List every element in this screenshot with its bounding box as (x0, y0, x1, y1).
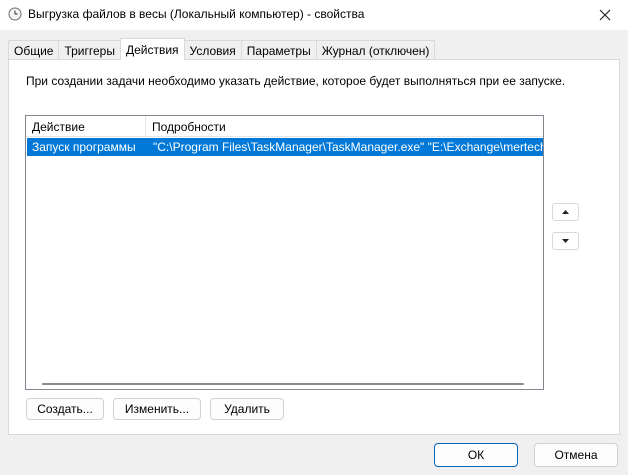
close-button[interactable] (582, 0, 628, 30)
table-row[interactable]: Запуск программы "C:\Program Files\TaskM… (27, 138, 543, 156)
tab-conditions[interactable]: Условия (183, 40, 242, 60)
tab-label: Журнал (отключен) (321, 43, 430, 58)
horizontal-scrollbar[interactable] (26, 379, 543, 389)
ok-button[interactable]: ОК (434, 443, 518, 467)
column-header-action[interactable]: Действие (26, 116, 146, 137)
tab-label: Параметры (246, 43, 311, 58)
tab-triggers[interactable]: Триггеры (58, 40, 121, 60)
create-button[interactable]: Создать... (26, 398, 104, 420)
close-icon (599, 9, 611, 21)
actions-tab-panel: При создании задачи необходимо указать д… (8, 59, 620, 435)
tab-label: Условия (189, 43, 236, 58)
cancel-button[interactable]: Отмена (534, 443, 618, 467)
tab-settings[interactable]: Параметры (240, 40, 317, 60)
tab-history[interactable]: Журнал (отключен) (315, 40, 436, 60)
action-type-cell: Запуск программы (32, 140, 136, 154)
scrollbar-thumb[interactable] (42, 383, 524, 385)
delete-button[interactable]: Удалить (210, 398, 284, 420)
dialog-client: Общие Триггеры Действия Условия Параметр… (0, 30, 628, 475)
column-header-details[interactable]: Подробности (146, 116, 543, 137)
actions-list[interactable]: Действие Подробности Запуск программы "C… (25, 115, 544, 390)
arrow-down-icon (562, 239, 569, 243)
move-up-button[interactable] (552, 203, 579, 221)
tab-label: Общие (14, 43, 54, 58)
title-bar: Выгрузка файлов в весы (Локальный компью… (0, 0, 628, 30)
action-details-cell: "C:\Program Files\TaskManager\TaskManage… (153, 140, 543, 154)
tab-label: Триггеры (64, 43, 115, 58)
tab-general[interactable]: Общие (8, 40, 60, 60)
actions-description: При создании задачи необходимо указать д… (26, 74, 566, 88)
tab-strip: Общие Триггеры Действия Условия Параметр… (8, 38, 436, 60)
window-title: Выгрузка файлов в весы (Локальный компью… (28, 7, 365, 21)
edit-button[interactable]: Изменить... (113, 398, 201, 420)
tab-label: Действия (125, 42, 179, 57)
arrow-up-icon (562, 210, 569, 214)
clock-icon (8, 7, 22, 21)
move-down-button[interactable] (552, 232, 579, 250)
list-header: Действие Подробности (26, 116, 543, 137)
tab-actions[interactable]: Действия (119, 38, 185, 60)
